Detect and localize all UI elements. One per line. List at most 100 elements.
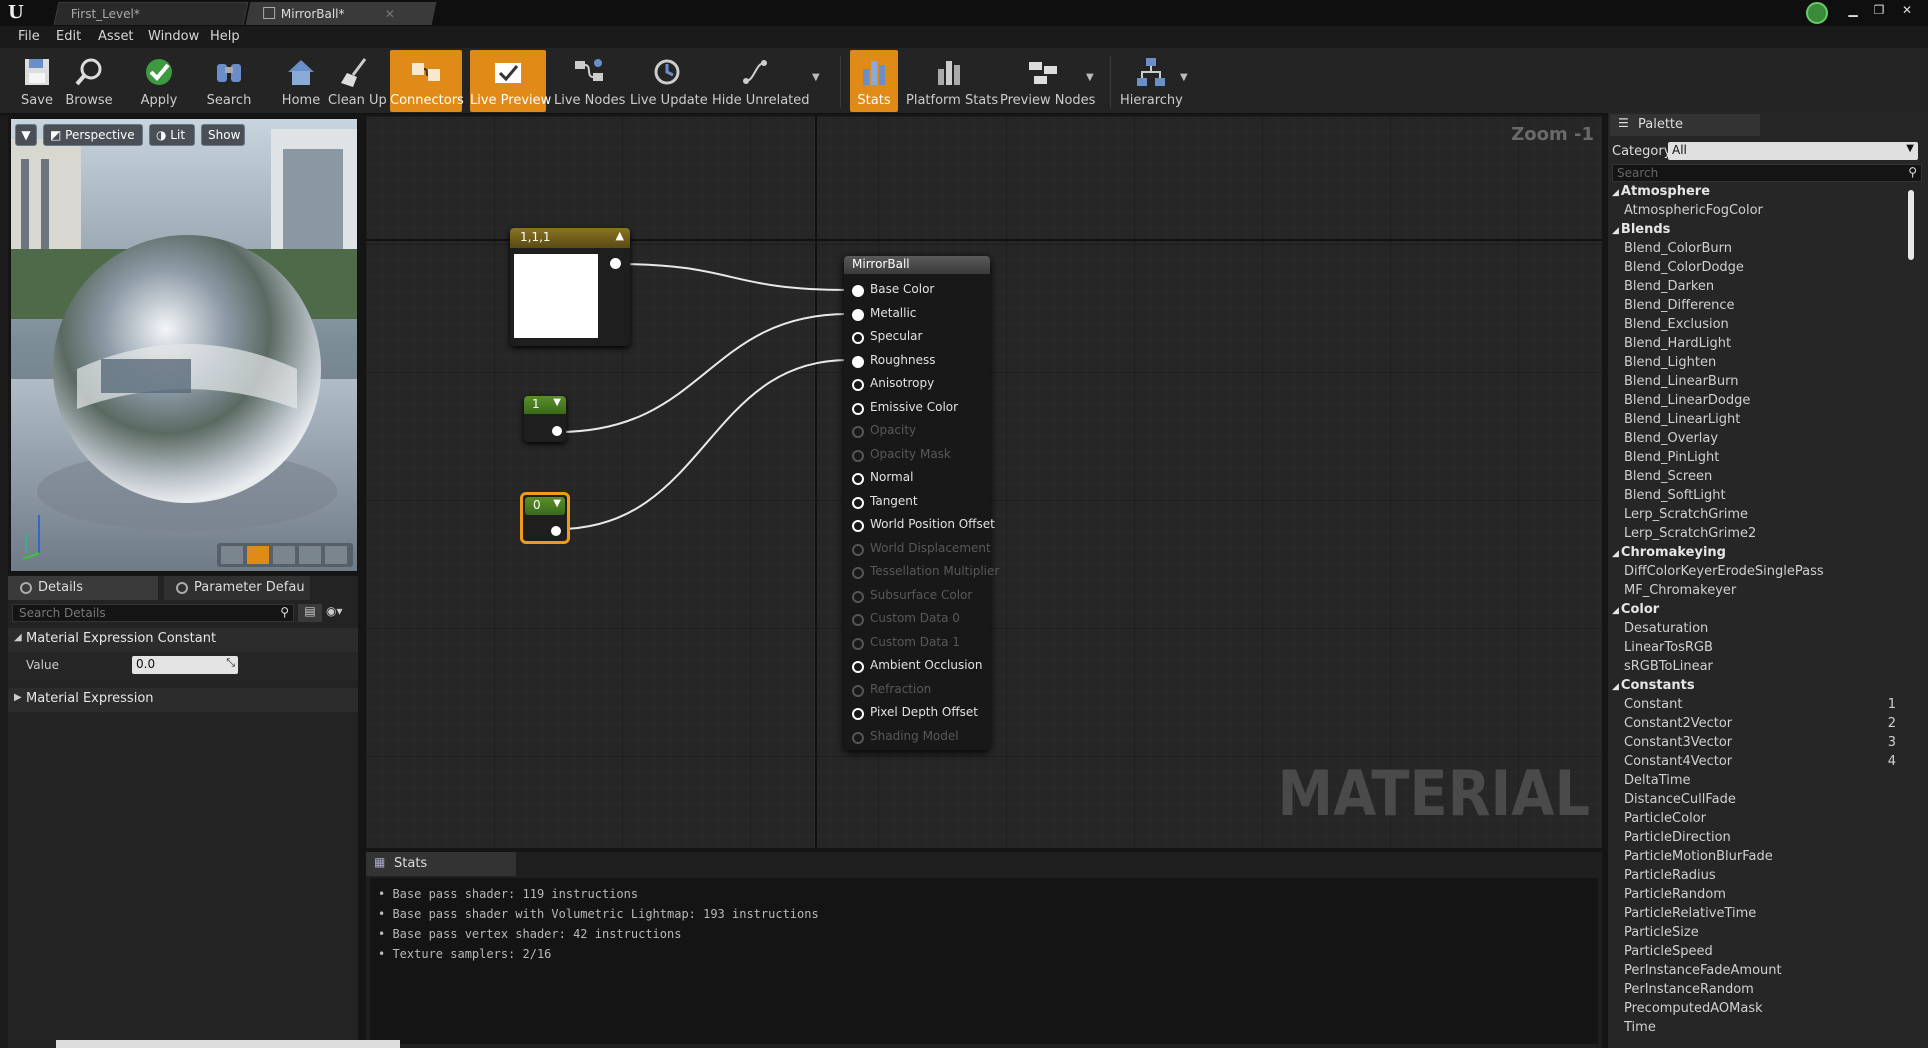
- palette-item[interactable]: ParticleMotionBlurFade: [1624, 849, 1773, 864]
- collapse-node-icon[interactable]: ▲: [616, 229, 624, 242]
- palette-item[interactable]: PerInstanceRandom: [1624, 982, 1754, 997]
- palette-item[interactable]: DistanceCullFade: [1624, 792, 1736, 807]
- result-pin-row[interactable]: Tangent: [844, 492, 1004, 511]
- result-pin-row[interactable]: Ambient Occlusion: [844, 656, 1004, 675]
- palette-category[interactable]: ◢ Chromakeying: [1612, 545, 1726, 560]
- platform-stats-button[interactable]: Platform Stats: [906, 50, 998, 112]
- home-button[interactable]: Home: [278, 50, 324, 112]
- result-pin-row[interactable]: Metallic: [844, 304, 1004, 323]
- input-pin-icon[interactable]: [852, 473, 864, 485]
- palette-item[interactable]: Blend_Exclusion: [1624, 317, 1729, 332]
- input-pin-icon[interactable]: [852, 520, 864, 532]
- tab-first-level[interactable]: First_Level*: [53, 2, 249, 25]
- palette-item[interactable]: LinearTosRGB: [1624, 640, 1713, 655]
- material-graph-canvas[interactable]: Zoom -1 MATERIAL 1,1,1 ▲ 1 ▼ 0 ▼ MirrorB…: [366, 116, 1602, 848]
- notification-icon[interactable]: [1806, 2, 1828, 24]
- details-search-input[interactable]: Search Details ⚲: [12, 604, 294, 622]
- tab-mirrorball[interactable]: MirrorBall* ✕: [245, 2, 437, 25]
- palette-item[interactable]: Blend_Overlay: [1624, 431, 1718, 446]
- maximize-icon[interactable]: ❐: [1866, 2, 1892, 18]
- palette-item[interactable]: Blend_SoftLight: [1624, 488, 1726, 503]
- hierarchy-button[interactable]: Hierarchy: [1120, 50, 1183, 112]
- section-material-expression[interactable]: ▶ Material Expression: [8, 688, 358, 712]
- palette-item[interactable]: PrecomputedAOMask: [1624, 1001, 1763, 1016]
- output-pin-icon[interactable]: [552, 426, 562, 436]
- minimize-icon[interactable]: ▁: [1840, 2, 1866, 18]
- constant3vector-node[interactable]: 1,1,1 ▲: [510, 228, 630, 346]
- palette-item[interactable]: Constant4Vector: [1624, 754, 1732, 769]
- value-input[interactable]: 0.0 ⤡: [132, 656, 238, 674]
- result-pin-row[interactable]: Base Color: [844, 280, 1004, 299]
- constant-node-0[interactable]: 0 ▼: [520, 492, 570, 544]
- result-pin-row[interactable]: Pixel Depth Offset: [844, 703, 1004, 722]
- palette-item[interactable]: Lerp_ScratchGrime: [1624, 507, 1748, 522]
- eye-visibility-icon[interactable]: ◉▾: [326, 604, 356, 622]
- hide-unrelated-button[interactable]: Hide Unrelated: [712, 50, 810, 112]
- palette-category[interactable]: ◢ Blends: [1612, 222, 1670, 237]
- drag-handle-icon[interactable]: ⤡: [226, 656, 235, 670]
- tab-palette[interactable]: ☰ Palette: [1610, 114, 1760, 136]
- palette-item[interactable]: Blend_Screen: [1624, 469, 1712, 484]
- category-select[interactable]: All ▼: [1668, 142, 1918, 160]
- collapse-node-icon[interactable]: ▼: [553, 498, 561, 509]
- palette-item[interactable]: ParticleRadius: [1624, 868, 1716, 883]
- palette-item[interactable]: Constant: [1624, 697, 1682, 712]
- palette-item[interactable]: Blend_ColorBurn: [1624, 241, 1732, 256]
- palette-item[interactable]: Desaturation: [1624, 621, 1708, 636]
- close-tab-icon[interactable]: ✕: [385, 7, 395, 21]
- palette-search-input[interactable]: Search ⚲: [1612, 164, 1922, 182]
- result-pin-row[interactable]: Anisotropy: [844, 374, 1004, 393]
- input-pin-icon[interactable]: [852, 355, 864, 368]
- result-pin-row[interactable]: Normal: [844, 468, 1004, 487]
- close-window-icon[interactable]: ✕: [1894, 2, 1920, 18]
- input-pin-icon[interactable]: [852, 308, 864, 321]
- palette-item[interactable]: Blend_LinearLight: [1624, 412, 1740, 427]
- menu-edit[interactable]: Edit: [56, 29, 81, 44]
- input-pin-icon[interactable]: [852, 496, 864, 509]
- material-result-node[interactable]: MirrorBall Base Color Metallic Specular Rou…: [844, 256, 999, 750]
- palette-item[interactable]: ParticleRandom: [1624, 887, 1726, 902]
- input-pin-icon[interactable]: [852, 379, 864, 391]
- apply-button[interactable]: Apply: [136, 50, 182, 112]
- palette-category[interactable]: ◢ Constants: [1612, 678, 1695, 693]
- result-pin-row[interactable]: Emissive Color: [844, 398, 1004, 417]
- preview-nodes-dropdown[interactable]: ▼: [1086, 72, 1094, 83]
- palette-item[interactable]: Blend_LinearBurn: [1624, 374, 1738, 389]
- menu-asset[interactable]: Asset: [98, 29, 134, 44]
- palette-item[interactable]: Time: [1624, 1020, 1656, 1035]
- palette-item[interactable]: Blend_ColorDodge: [1624, 260, 1744, 275]
- palette-item[interactable]: sRGBToLinear: [1624, 659, 1713, 674]
- palette-item[interactable]: Constant3Vector: [1624, 735, 1732, 750]
- palette-item[interactable]: DeltaTime: [1624, 773, 1691, 788]
- palette-item[interactable]: AtmosphericFogColor: [1624, 203, 1763, 218]
- view-options-icon[interactable]: ▤: [298, 604, 322, 622]
- input-pin-icon[interactable]: [852, 332, 864, 344]
- preview-nodes-button[interactable]: Preview Nodes: [1000, 50, 1095, 112]
- show-button[interactable]: Show: [201, 124, 245, 146]
- input-pin-icon[interactable]: [852, 285, 864, 297]
- clean-up-button[interactable]: Clean Up: [328, 50, 387, 112]
- lit-button[interactable]: ◑ Lit: [149, 124, 195, 146]
- palette-item[interactable]: Blend_Lighten: [1624, 355, 1716, 370]
- constant-node-1[interactable]: 1 ▼: [524, 396, 566, 442]
- browse-button[interactable]: Browse: [64, 50, 114, 112]
- palette-item[interactable]: ParticleRelativeTime: [1624, 906, 1756, 921]
- palette-category[interactable]: ◢ Color: [1612, 602, 1659, 617]
- collapse-node-icon[interactable]: ▼: [553, 397, 561, 408]
- palette-item[interactable]: Blend_Difference: [1624, 298, 1735, 313]
- toolbar-more-dropdown[interactable]: ▼: [812, 72, 820, 83]
- palette-item[interactable]: MF_Chromakeyer: [1624, 583, 1736, 598]
- palette-item[interactable]: ParticleSize: [1624, 925, 1699, 940]
- menu-window[interactable]: Window: [148, 29, 199, 44]
- cube-shape-icon[interactable]: [299, 546, 321, 564]
- menu-help[interactable]: Help: [210, 29, 240, 44]
- menu-file[interactable]: File: [18, 29, 40, 44]
- material-preview-viewport[interactable]: ▼ ◩ Perspective ◑ Lit Show: [10, 118, 358, 572]
- save-button[interactable]: Save: [16, 50, 58, 112]
- hierarchy-dropdown[interactable]: ▼: [1180, 72, 1188, 83]
- palette-item[interactable]: Blend_HardLight: [1624, 336, 1731, 351]
- palette-item[interactable]: ParticleColor: [1624, 811, 1706, 826]
- result-pin-row[interactable]: Specular: [844, 327, 1004, 346]
- palette-scrollbar[interactable]: [1908, 190, 1914, 260]
- stats-button[interactable]: Stats: [850, 50, 898, 112]
